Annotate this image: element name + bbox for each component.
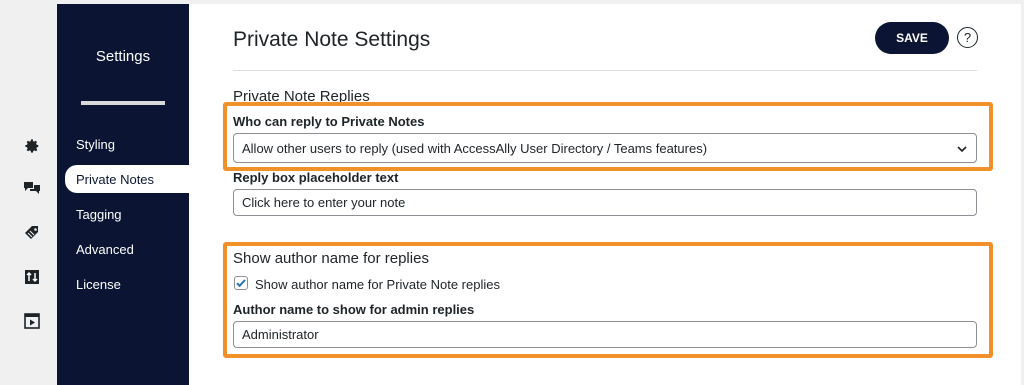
gear-icon[interactable] — [20, 134, 44, 158]
show-author-checkbox[interactable] — [234, 276, 248, 290]
placeholder-text-label: Reply box placeholder text — [233, 170, 399, 185]
who-can-reply-selected-value: Allow other users to reply (used with Ac… — [242, 140, 708, 156]
chat-bubbles-icon[interactable] — [20, 176, 44, 200]
replies-section-heading: Private Note Replies — [233, 88, 370, 105]
page-title: Private Note Settings — [233, 28, 431, 51]
sidebar-item-private-notes[interactable]: Private Notes — [65, 165, 189, 193]
chevron-down-icon — [957, 146, 967, 153]
save-button[interactable]: SAVE — [875, 22, 949, 54]
help-icon[interactable]: ? — [957, 27, 978, 48]
sidebar-item-advanced[interactable]: Advanced — [65, 235, 189, 263]
show-author-checkbox-label: Show author name for Private Note replie… — [255, 277, 500, 292]
admin-name-label: Author name to show for admin replies — [233, 302, 475, 317]
author-section-heading: Show author name for replies — [233, 250, 429, 267]
admin-name-input[interactable] — [233, 321, 977, 348]
reply-placeholder-input[interactable] — [233, 189, 977, 216]
sidebar-item-styling[interactable]: Styling — [65, 130, 189, 158]
who-can-reply-select[interactable]: Allow other users to reply (used with Ac… — [233, 133, 977, 163]
sidebar-title: Settings — [95, 48, 151, 65]
sidebar-item-label: Tagging — [76, 206, 122, 222]
sidebar-item-label: Advanced — [76, 241, 134, 257]
settings-panel: Private Note Settings SAVE ? Private Not… — [189, 4, 1021, 385]
sidebar-item-label: Private Notes — [76, 171, 155, 187]
sidebar-item-tagging[interactable]: Tagging — [65, 200, 189, 228]
sidebar-item-label: Styling — [76, 136, 116, 152]
icon-rail — [0, 0, 56, 385]
settings-sidebar: Settings Styling Private Notes Tagging A… — [57, 4, 189, 385]
media-player-icon[interactable] — [20, 309, 44, 333]
sidebar-item-label: License — [76, 276, 121, 292]
checkmark-icon — [236, 279, 246, 288]
sidebar-divider — [81, 101, 165, 105]
title-divider — [233, 70, 977, 71]
sort-icon[interactable] — [20, 265, 44, 289]
sidebar-item-license[interactable]: License — [65, 270, 189, 298]
tag-icon[interactable] — [20, 221, 44, 245]
who-can-reply-label: Who can reply to Private Notes — [233, 114, 425, 129]
